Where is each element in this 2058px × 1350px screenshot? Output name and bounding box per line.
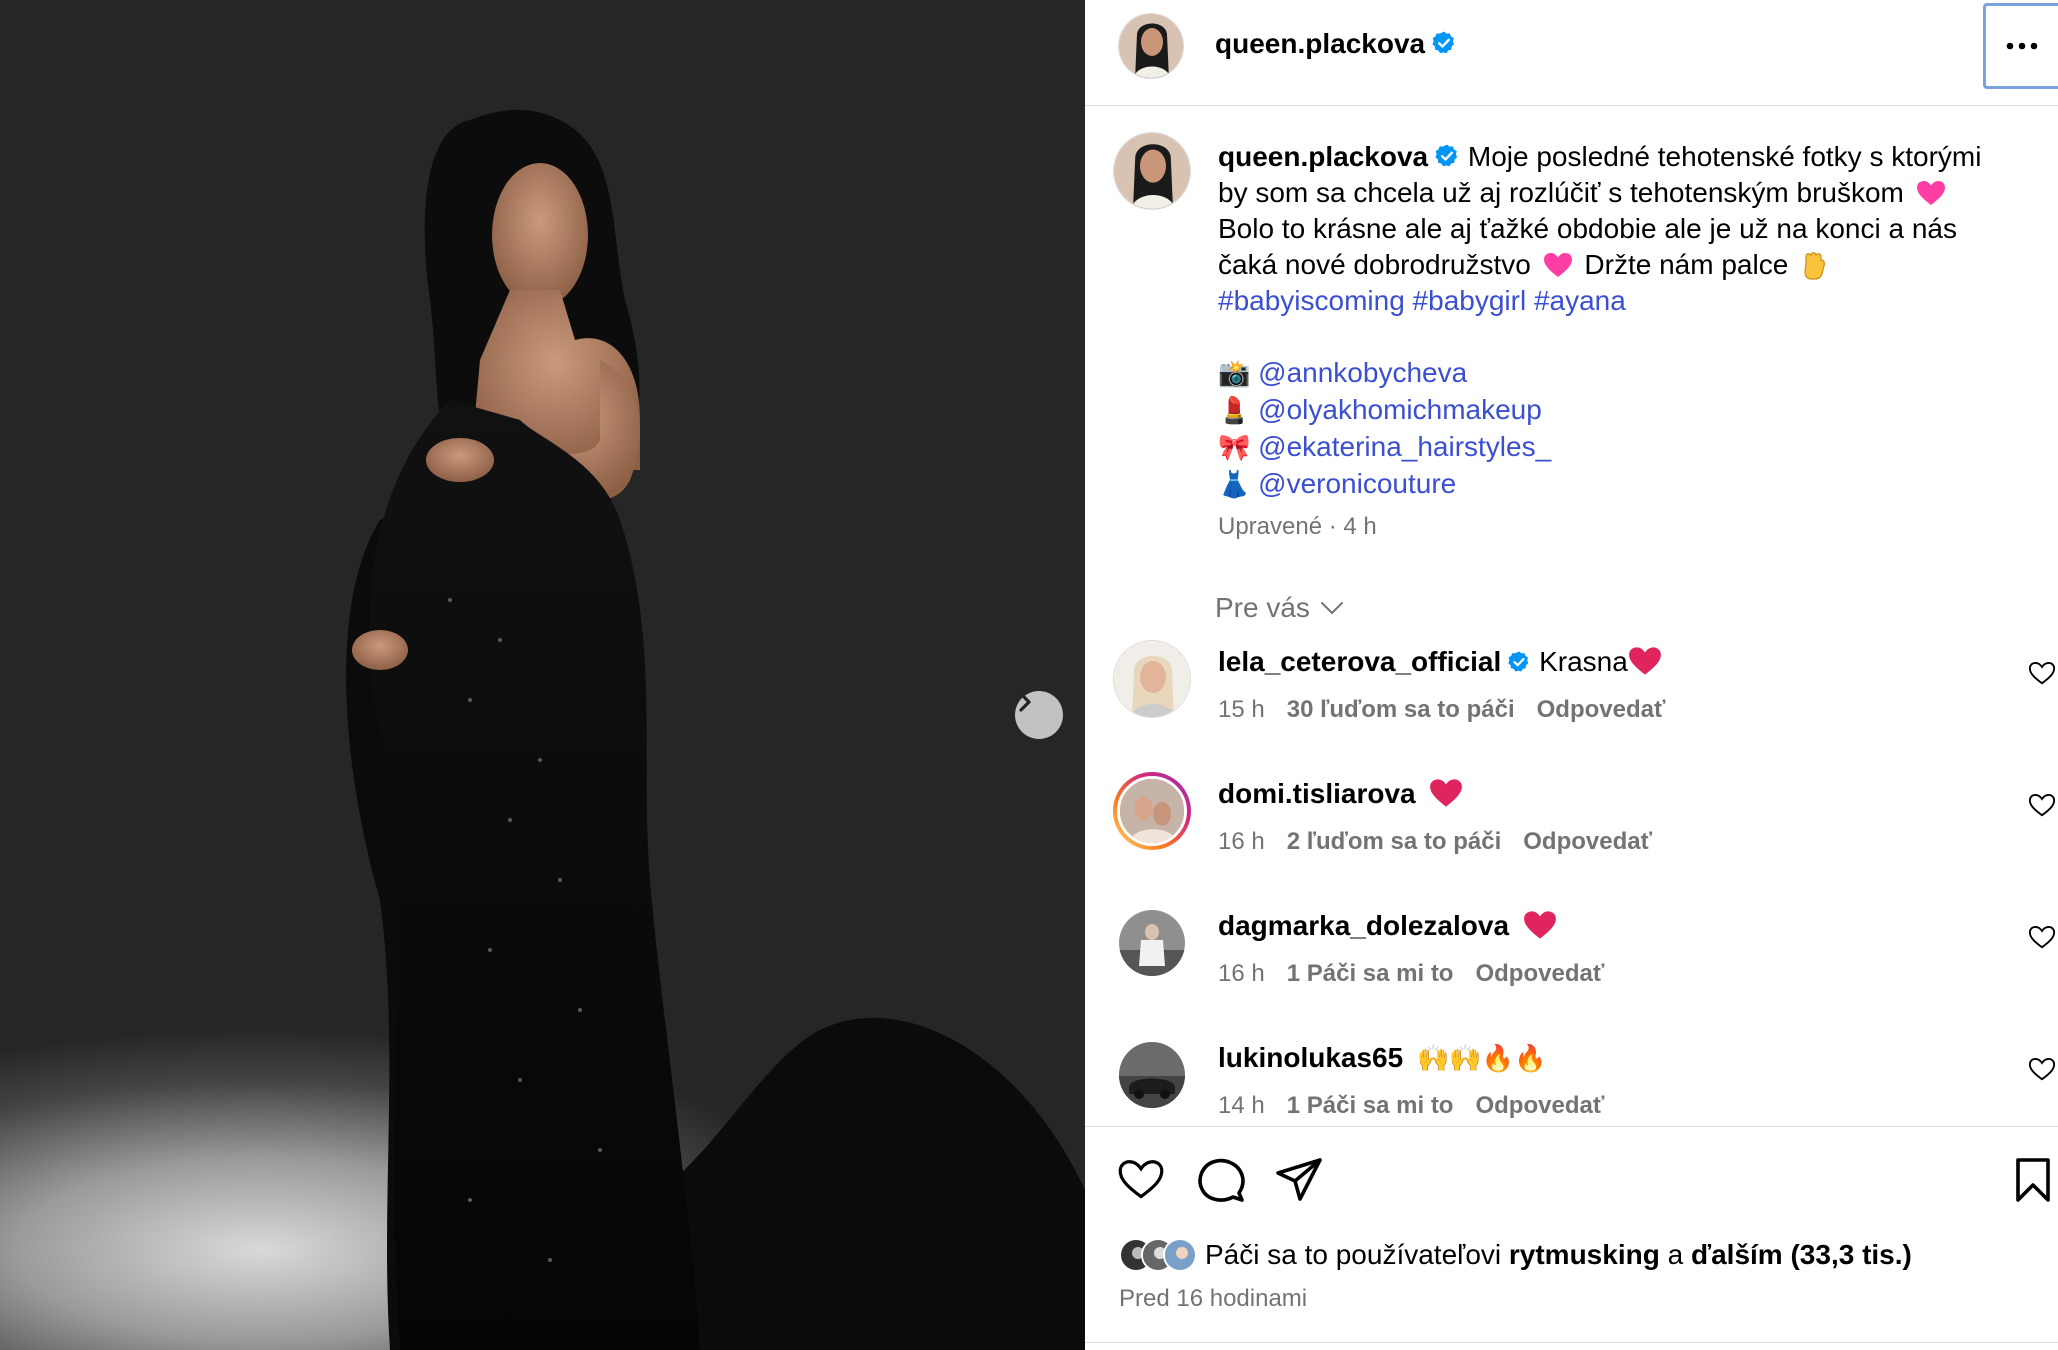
likes-and: a <box>1667 1239 1684 1270</box>
comment-time: 14 h <box>1218 1092 1265 1119</box>
credit-dress: 👗 @veronicouture <box>1218 466 2028 503</box>
likes-others[interactable]: ďalším (33,3 tis.) <box>1691 1239 1912 1270</box>
raising-hands-fire-emoji: 🙌🙌🔥🔥 <box>1416 1044 1547 1074</box>
commenter-avatar[interactable] <box>1113 772 1191 850</box>
comment-item: lukinolukas65 🙌🙌🔥🔥 14 h 1 Páči sa mi to Od… <box>1085 1036 2058 1126</box>
comment-time: 16 h <box>1218 960 1265 987</box>
pink-heart-icon <box>1543 253 1572 277</box>
caption-line-2: by som sa chcela už aj rozlúčiť s tehote… <box>1218 177 1904 208</box>
comments-list[interactable]: lela_ceterova_official Krasna 15 h 30 ľuď… <box>1085 640 2058 1126</box>
dress-icon: 👗 <box>1218 470 1251 500</box>
comments-filter-label: Pre vás <box>1215 592 1310 623</box>
reply-button[interactable]: Odpovedať <box>1523 828 1652 855</box>
verified-badge-icon <box>1432 31 1455 54</box>
likes-summary[interactable]: Páči sa to používateľovi rytmusking a ďa… <box>1119 1235 1912 1275</box>
caption-line-5: Držte nám palce <box>1584 249 1789 280</box>
credit-handle[interactable]: @veronicouture <box>1258 468 1456 499</box>
comment-text: domi.tisliarova <box>1218 778 1463 810</box>
comment-likes[interactable]: 1 Páči sa mi to <box>1287 960 1454 987</box>
post-details-panel: queen.plackova queen.plackova Moje posle… <box>1085 0 2058 1350</box>
more-horizontal-icon <box>2006 42 2038 50</box>
save-bookmark-icon[interactable] <box>2013 1157 2053 1203</box>
chevron-down-icon <box>1320 602 1343 615</box>
credit-photo: 📸 @annkobycheva <box>1218 355 2028 392</box>
comments-filter-dropdown[interactable]: Pre vás <box>1215 592 1344 624</box>
photo-illustration <box>346 109 1085 1350</box>
comment-text: lela_ceterova_official Krasna <box>1218 646 1662 678</box>
post-caption: queen.plackova Moje posledné tehotenské … <box>1218 139 2028 503</box>
comment-likes[interactable]: 30 ľuďom sa to páči <box>1287 696 1515 723</box>
red-heart-icon <box>1628 647 1661 675</box>
commenter-username[interactable]: lela_ceterova_official <box>1218 646 1501 677</box>
comment-item: lela_ceterova_official Krasna 15 h 30 ľuď… <box>1085 640 2058 770</box>
caption-line-1: Moje posledné tehotenské fotky s ktorými <box>1467 141 1982 172</box>
comment-likes[interactable]: 1 Páči sa mi to <box>1287 1092 1454 1119</box>
raised-fist-icon <box>1804 252 1826 280</box>
reply-button[interactable]: Odpovedať <box>1475 960 1604 987</box>
comment-item: dagmarka_dolezalova 16 h 1 Páči sa mi to O… <box>1085 904 2058 1034</box>
comment-time: 16 h <box>1218 828 1265 855</box>
red-heart-icon <box>1523 911 1556 939</box>
comment-bubble-icon[interactable] <box>1197 1157 1245 1203</box>
comment-body: Krasna <box>1539 646 1628 677</box>
credit-handle[interactable]: @olyakhomichmakeup <box>1258 394 1542 425</box>
reply-button[interactable]: Odpovedať <box>1475 1092 1604 1119</box>
camera-icon: 📸 <box>1218 359 1251 389</box>
caption-author-avatar[interactable] <box>1113 132 1191 210</box>
commenter-avatar[interactable] <box>1119 1042 1185 1108</box>
commenter-username[interactable]: dagmarka_dolezalova <box>1218 910 1509 941</box>
comment-item: domi.tisliarova 16 h 2 ľuďom sa to páči Od… <box>1085 772 2058 902</box>
comment-meta: 15 h 30 ľuďom sa to páči Odpovedať <box>1218 696 1687 724</box>
comment-time: 15 h <box>1218 696 1265 723</box>
caption-username[interactable]: queen.plackova <box>1218 141 1428 172</box>
comment-meta: 16 h 2 ľuďom sa to páči Odpovedať <box>1218 828 1674 856</box>
commenter-username[interactable]: domi.tisliarova <box>1218 778 1416 809</box>
ribbon-icon: 🎀 <box>1218 433 1251 463</box>
comment-text: dagmarka_dolezalova <box>1218 910 1557 942</box>
post-photo <box>0 0 1085 1350</box>
comment-meta: 16 h 1 Páči sa mi to Odpovedať <box>1218 960 1626 988</box>
caption-hashtags[interactable]: #babyiscoming #babygirl #ayana <box>1218 285 1626 316</box>
like-heart-icon[interactable] <box>1117 1157 1165 1201</box>
caption-line-3: Bolo to krásne ale aj ťažké obdobie ale … <box>1218 213 1957 244</box>
heart-outline-icon[interactable] <box>2028 660 2056 686</box>
comment-likes[interactable]: 2 ľuďom sa to páči <box>1287 828 1502 855</box>
comment-meta: 14 h 1 Páči sa mi to Odpovedať <box>1218 1092 1626 1120</box>
commenter-avatar[interactable] <box>1113 640 1191 718</box>
verified-badge-icon <box>1508 651 1529 672</box>
divider <box>1085 1342 2058 1343</box>
pink-heart-icon <box>1916 181 1945 205</box>
likes-user[interactable]: rytmusking <box>1509 1239 1660 1270</box>
next-photo-button[interactable] <box>1015 691 1063 739</box>
chevron-right-icon <box>1019 692 1031 712</box>
heart-outline-icon[interactable] <box>2028 792 2056 818</box>
liker-avatar <box>1163 1238 1197 1272</box>
commenter-username[interactable]: lukinolukas65 <box>1218 1042 1403 1073</box>
credit-makeup: 💄 @olyakhomichmakeup <box>1218 392 2028 429</box>
red-heart-icon <box>1430 779 1463 807</box>
more-options-button[interactable] <box>1983 3 2058 89</box>
likes-prefix: Páči sa to používateľovi <box>1205 1239 1502 1270</box>
author-username-text[interactable]: queen.plackova <box>1215 28 1425 59</box>
commenter-avatar[interactable] <box>1119 910 1185 976</box>
caption-line-4: čaká nové dobrodružstvo <box>1218 249 1531 280</box>
post-timestamp: Pred 16 hodinami <box>1119 1285 1308 1312</box>
author-username[interactable]: queen.plackova <box>1215 28 1457 60</box>
lipstick-icon: 💄 <box>1218 396 1251 426</box>
share-send-icon[interactable] <box>1275 1157 1323 1201</box>
likes-text: Páči sa to používateľovi rytmusking a ďa… <box>1205 1239 1912 1271</box>
reply-button[interactable]: Odpovedať <box>1537 696 1666 723</box>
author-avatar[interactable] <box>1118 13 1184 79</box>
heart-outline-icon[interactable] <box>2028 924 2056 950</box>
verified-badge-icon <box>1435 144 1458 167</box>
credit-hair: 🎀 @ekaterina_hairstyles_ <box>1218 429 2028 466</box>
credit-handle[interactable]: @ekaterina_hairstyles_ <box>1258 431 1551 462</box>
post-header: queen.plackova <box>1085 0 2058 106</box>
post-actions: Páči sa to používateľovi rytmusking a ďa… <box>1085 1126 2058 1350</box>
credit-handle[interactable]: @annkobycheva <box>1258 357 1467 388</box>
caption-meta: Upravené · 4 h <box>1218 513 1377 540</box>
heart-outline-icon[interactable] <box>2028 1056 2056 1082</box>
comment-text: lukinolukas65 🙌🙌🔥🔥 <box>1218 1042 1546 1074</box>
